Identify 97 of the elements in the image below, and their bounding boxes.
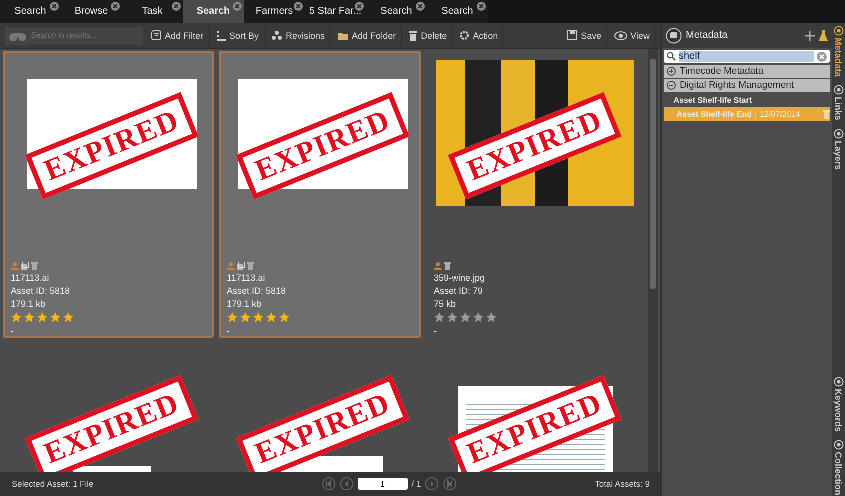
toolbar-button[interactable]: Sort By [210, 26, 266, 46]
sort-icon [216, 30, 227, 41]
file-size: 75 kb [434, 299, 458, 309]
search-icon [667, 52, 676, 61]
filter-icon [151, 30, 162, 41]
metadata-group[interactable]: Digital Rights Management [664, 79, 830, 92]
close-icon[interactable] [477, 2, 486, 11]
circle-icon [834, 440, 844, 450]
toolbar-button[interactable]: Action [454, 26, 504, 46]
close-icon[interactable] [233, 2, 242, 11]
star-icon [24, 312, 35, 323]
file-size: 179.1 kb [227, 299, 263, 309]
copy-icon [21, 262, 29, 270]
tab[interactable]: Task [122, 0, 183, 23]
tab[interactable]: Search [366, 0, 427, 23]
owner-icon [227, 262, 235, 270]
tab[interactable]: Search [0, 0, 61, 23]
folder-icon [337, 30, 350, 41]
pin-icon[interactable] [805, 30, 815, 40]
toolbar-button[interactable]: Add Folder [332, 26, 402, 46]
owner-icon [434, 262, 442, 270]
star-icon [473, 312, 484, 323]
trash-icon [31, 262, 38, 270]
star-icon [266, 312, 277, 323]
file-size: 179.1 kb [11, 299, 47, 309]
scrollbar[interactable] [648, 49, 658, 472]
asset-id: Asset ID: 5818 [227, 286, 288, 296]
asset-id: Asset ID: 5818 [11, 286, 72, 296]
copy-icon [237, 262, 245, 270]
trash-icon [408, 30, 418, 41]
tab[interactable]: Browse [61, 0, 122, 23]
star-icon [434, 312, 445, 323]
asset-note: - [227, 326, 231, 336]
gear-icon [459, 30, 470, 41]
page-count: / 1 [412, 479, 422, 489]
close-icon[interactable] [111, 2, 120, 11]
side-tab[interactable]: Keywords [834, 377, 844, 432]
close-icon[interactable] [50, 2, 59, 11]
toolbar-button[interactable]: Delete [403, 26, 454, 46]
toolbar-button[interactable]: Revisions [266, 26, 332, 46]
database-icon [666, 28, 682, 44]
star-icon [50, 312, 61, 323]
trash-icon [247, 262, 254, 270]
file-name: 359-wine.jpg [434, 273, 486, 283]
asset-note: - [434, 326, 438, 336]
asset-note: - [11, 326, 15, 336]
field-label: Asset Shelf-life End [676, 110, 752, 118]
asset-id: Asset ID: 79 [434, 286, 484, 296]
tab[interactable]: 5 Star Far... [305, 0, 366, 23]
tab[interactable]: Search [183, 0, 244, 23]
side-tab[interactable]: Metadata [834, 26, 844, 78]
side-tab[interactable]: Collection [834, 440, 844, 496]
close-icon[interactable] [172, 2, 181, 11]
star-icon [63, 312, 74, 323]
star-rating[interactable] [434, 312, 497, 323]
toolbar-button[interactable]: View [608, 26, 656, 46]
metadata-group[interactable]: Timecode Metadata [664, 65, 830, 78]
file-name: 117113.ai [227, 273, 266, 283]
close-icon[interactable] [416, 2, 425, 11]
circle-icon [834, 377, 844, 388]
dots-icon [271, 30, 284, 41]
star-icon [447, 312, 458, 323]
side-tab[interactable]: Layers [834, 128, 844, 170]
star-icon [279, 312, 290, 323]
star-rating[interactable] [227, 312, 290, 323]
panel-title: Metadata [686, 30, 728, 41]
page-input[interactable]: 1 [358, 478, 408, 490]
owner-icon [11, 262, 19, 270]
save-icon [567, 30, 578, 41]
star-rating[interactable] [11, 312, 74, 323]
trash-icon [444, 262, 451, 270]
clear-icon[interactable] [817, 52, 827, 62]
selection-status: Selected Asset: 1 File [12, 479, 94, 489]
star-icon [37, 312, 48, 323]
circle-icon [834, 128, 844, 139]
star-icon [240, 312, 251, 323]
circle-icon [834, 26, 844, 36]
star-icon [253, 312, 264, 323]
close-icon[interactable] [294, 2, 303, 11]
field-label: Asset Shelf-life Start [672, 96, 752, 104]
tab[interactable]: Farmers [244, 0, 305, 23]
eye-icon [614, 30, 628, 40]
star-icon [11, 312, 22, 323]
star-icon [227, 312, 238, 323]
star-icon [460, 312, 471, 323]
expand-icon [667, 67, 676, 76]
file-name: 117113.ai [11, 273, 50, 283]
search-field[interactable]: shelf [664, 50, 830, 63]
toolbar-button[interactable]: Add Filter [146, 26, 210, 46]
star-icon [486, 312, 497, 323]
total-assets: Total Assets: 9 [595, 479, 650, 489]
circle-icon [834, 85, 844, 96]
flask-icon[interactable] [819, 30, 828, 41]
tab[interactable]: Search [427, 0, 488, 23]
toolbar-button[interactable]: Save [562, 26, 608, 46]
side-tab[interactable]: Links [834, 85, 844, 121]
collapse-icon [667, 81, 676, 90]
